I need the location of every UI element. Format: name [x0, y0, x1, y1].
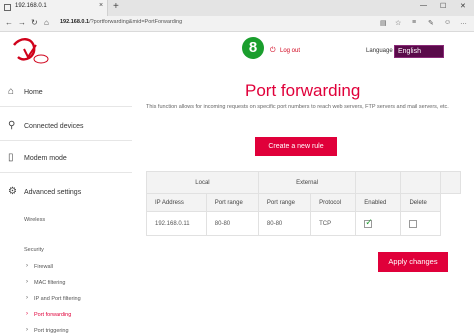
favorite-star-icon[interactable]: ☆	[395, 19, 401, 27]
apply-changes-button[interactable]: Apply changes	[378, 252, 448, 272]
enabled-checkbox[interactable]	[364, 217, 373, 228]
page-icon	[4, 4, 11, 11]
minimize-button[interactable]: —	[420, 2, 427, 9]
router-header: 8 ⏻ Log out Language English	[0, 33, 474, 71]
forward-icon[interactable]: →	[18, 18, 26, 27]
chevron-right-icon: ›	[26, 327, 28, 333]
url-host: 192.168.0.1	[60, 19, 90, 25]
tab-title: 192.168.0.1	[15, 3, 47, 9]
cell-delete	[400, 211, 442, 236]
col-ip-address: IP Address	[146, 193, 207, 212]
table-group-header: Local External	[146, 171, 461, 194]
cell-protocol: TCP	[310, 211, 357, 236]
col-protocol: Protocol	[310, 193, 357, 212]
more-icon[interactable]: …	[460, 19, 467, 26]
note-icon[interactable]: ✎	[428, 19, 434, 27]
create-rule-button[interactable]: Create a new rule	[255, 137, 337, 156]
cell-ip-address: 192.168.0.11	[146, 211, 207, 236]
windows8-badge-icon: 8	[242, 37, 264, 59]
hub-icon[interactable]: ≡	[412, 19, 416, 26]
delete-checkbox[interactable]	[409, 219, 418, 228]
cell-local-port-range: 80-80	[205, 211, 259, 236]
url-path: /?portforwarding&mid=PortForwarding	[89, 19, 183, 25]
home-icon: ⌂	[8, 86, 15, 97]
power-icon[interactable]: ⏻	[270, 47, 276, 55]
sidebar-item-label: Connected devices	[24, 123, 84, 130]
sidebar-link-ip-port-filtering[interactable]: IP and Port filtering	[34, 296, 81, 302]
devices-icon: ⚲	[8, 120, 16, 131]
chevron-right-icon: ›	[26, 311, 28, 317]
sidebar-link-firewall[interactable]: Firewall	[34, 264, 53, 270]
empty-header-cell	[400, 171, 442, 194]
sidebar-link-mac-filtering[interactable]: MAC filtering	[34, 280, 65, 286]
refresh-icon[interactable]: ↻	[31, 18, 38, 27]
sidebar-section-security[interactable]: Security	[24, 247, 44, 253]
gear-icon: ⚙	[8, 186, 17, 197]
sidebar-item-connected-devices[interactable]: ⚲ Connected devices	[0, 113, 132, 141]
url-field[interactable]: 192.168.0.1/?portforwarding&mid=PortForw…	[60, 19, 182, 25]
empty-header-cell	[355, 171, 402, 194]
virgin-media-logo-icon	[13, 38, 49, 64]
new-tab-button[interactable]: +	[113, 1, 119, 12]
table-row: 192.168.0.11 80-80 80-80 TCP	[146, 211, 461, 236]
external-group-header: External	[257, 171, 357, 194]
chevron-right-icon: ›	[26, 295, 28, 301]
intro-text: This function allows for incoming reques…	[146, 104, 449, 110]
language-label: Language	[366, 48, 393, 54]
empty-header-cell	[440, 171, 461, 194]
sidebar-item-home[interactable]: ⌂ Home	[0, 79, 132, 107]
sidebar-link-port-triggering[interactable]: Port triggering	[34, 328, 69, 334]
chevron-right-icon: ›	[26, 263, 28, 269]
sidebar: ⌂ Home ⚲ Connected devices ▯ Modem mode …	[0, 75, 132, 335]
cell-external-port-range: 80-80	[257, 211, 312, 236]
cell-enabled	[355, 211, 402, 236]
sidebar-item-modem-mode[interactable]: ▯ Modem mode	[0, 145, 132, 173]
reading-view-icon[interactable]: ▤	[380, 19, 387, 27]
col-delete: Delete	[400, 193, 442, 212]
modem-icon: ▯	[8, 152, 14, 163]
share-icon[interactable]: ☺	[444, 19, 451, 26]
page-title: Port forwarding	[245, 81, 361, 100]
browser-tab[interactable]: 192.168.0.1 ×	[0, 0, 108, 16]
sidebar-link-wireless[interactable]: Wireless	[24, 217, 45, 223]
logout-link[interactable]: Log out	[280, 48, 300, 54]
main-content: Port forwarding This function allows for…	[140, 75, 474, 335]
chevron-right-icon: ›	[26, 279, 28, 285]
col-local-port-range: Port range	[205, 193, 259, 212]
sidebar-item-label: Home	[24, 89, 43, 96]
col-external-port-range: Port range	[257, 193, 312, 212]
close-tab-icon[interactable]: ×	[99, 2, 103, 9]
port-forwarding-table: Local External IP Address Port range Por…	[146, 171, 461, 236]
sidebar-item-advanced-settings[interactable]: ⚙ Advanced settings	[0, 179, 132, 207]
back-icon[interactable]: ←	[5, 18, 13, 27]
local-group-header: Local	[146, 171, 259, 194]
home-nav-icon[interactable]: ⌂	[44, 18, 49, 27]
sidebar-link-port-forwarding[interactable]: Port forwarding	[34, 312, 71, 318]
sidebar-item-label: Advanced settings	[24, 189, 82, 196]
language-select[interactable]: English	[394, 45, 444, 58]
col-enabled: Enabled	[355, 193, 402, 212]
browser-tab-bar: 192.168.0.1 × + — ☐ ✕	[0, 0, 474, 16]
address-bar-row: ← → ↻ ⌂ 192.168.0.1/?portforwarding&mid=…	[0, 16, 474, 32]
maximize-button[interactable]: ☐	[440, 2, 446, 10]
sidebar-item-label: Modem mode	[24, 155, 67, 162]
close-window-button[interactable]: ✕	[460, 2, 466, 10]
table-column-header: IP Address Port range Port range Protoco…	[146, 193, 461, 212]
